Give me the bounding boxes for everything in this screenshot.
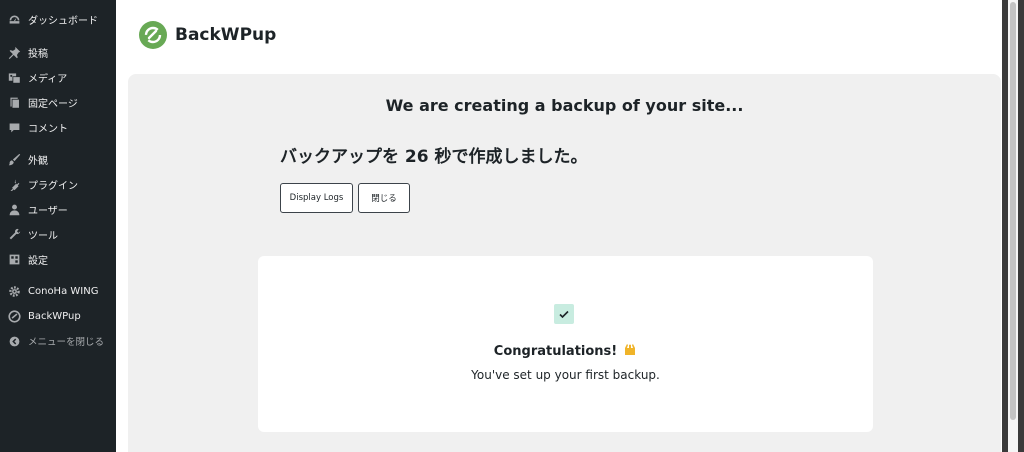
plugin-header: BackWPup	[116, 0, 1002, 74]
backup-panel: We are creating a backup of your site...…	[128, 74, 1001, 452]
dashboard-icon	[6, 11, 22, 27]
wrench-icon	[6, 226, 22, 242]
pin-icon	[6, 44, 22, 60]
display-logs-button[interactable]: Display Logs	[280, 183, 353, 213]
success-card: Congratulations! You've set up your firs…	[258, 256, 873, 432]
sidebar-item-users[interactable]: ユーザー	[0, 198, 116, 220]
backwpup-logo: BackWPup	[139, 21, 276, 49]
sidebar-item-label: ユーザー	[28, 205, 68, 217]
backwpup-logo-icon	[139, 21, 167, 49]
comment-icon	[6, 119, 22, 135]
app-window: ダッシュボード 投稿 メディア 固定ページ コメント 外観 プラグイン ユーザー…	[0, 0, 1024, 452]
gear-icon	[6, 283, 22, 299]
sidebar-item-label: 外観	[28, 155, 48, 167]
sidebar-item-label: 投稿	[28, 48, 48, 60]
congrats-subtitle: You've set up your first backup.	[471, 368, 660, 382]
raising-hands-icon	[623, 342, 637, 360]
sidebar-item-label: BackWPup	[28, 310, 81, 322]
sidebar-item-posts[interactable]: 投稿	[0, 41, 116, 63]
page-title: We are creating a backup of your site...	[385, 96, 744, 115]
page-icon	[6, 94, 22, 110]
backwpup-icon	[6, 308, 22, 324]
sidebar-item-appearance[interactable]: 外観	[0, 148, 116, 170]
logo-text: BackWPup	[175, 25, 277, 45]
collapse-menu-button[interactable]: メニューを閉じる	[0, 330, 116, 352]
settings-icon	[6, 251, 22, 267]
plugin-icon	[6, 176, 22, 192]
congrats-heading: Congratulations!	[258, 342, 873, 360]
sidebar-item-label: コメント	[28, 123, 68, 135]
congrats-title: Congratulations!	[493, 344, 618, 359]
media-icon	[6, 69, 22, 85]
collapse-menu-label: メニューを閉じる	[28, 337, 105, 348]
user-icon	[6, 201, 22, 217]
admin-sidebar: ダッシュボード 投稿 メディア 固定ページ コメント 外観 プラグイン ユーザー…	[0, 0, 116, 452]
sidebar-item-label: ConoHa WING	[28, 285, 99, 297]
sidebar-item-dashboard[interactable]: ダッシュボード	[0, 8, 116, 30]
sidebar-item-plugins[interactable]: プラグイン	[0, 173, 116, 195]
sidebar-item-settings[interactable]: 設定	[0, 248, 116, 270]
backup-status-text: バックアップを 26 秒で作成しました。	[280, 147, 588, 167]
sidebar-item-comments[interactable]: コメント	[0, 116, 116, 138]
collapse-icon	[6, 333, 22, 349]
sidebar-item-media[interactable]: メディア	[0, 66, 116, 88]
sidebar-item-label: プラグイン	[28, 180, 78, 192]
sidebar-item-label: ダッシュボード	[28, 15, 98, 27]
sidebar-item-pages[interactable]: 固定ページ	[0, 91, 116, 113]
sidebar-item-tools[interactable]: ツール	[0, 223, 116, 245]
sidebar-item-backwpup[interactable]: BackWPup	[0, 305, 116, 327]
checkmark-icon	[554, 304, 574, 324]
sidebar-item-conoha-wing[interactable]: ConoHa WING	[0, 280, 116, 302]
close-button[interactable]: 閉じる	[358, 183, 410, 213]
sidebar-item-label: 固定ページ	[28, 98, 78, 110]
sidebar-item-label: ツール	[28, 230, 58, 242]
sidebar-item-label: 設定	[28, 255, 48, 267]
scrollbar-thumb[interactable]	[1010, 2, 1016, 420]
sidebar-item-label: メディア	[28, 73, 68, 85]
brush-icon	[6, 151, 22, 167]
